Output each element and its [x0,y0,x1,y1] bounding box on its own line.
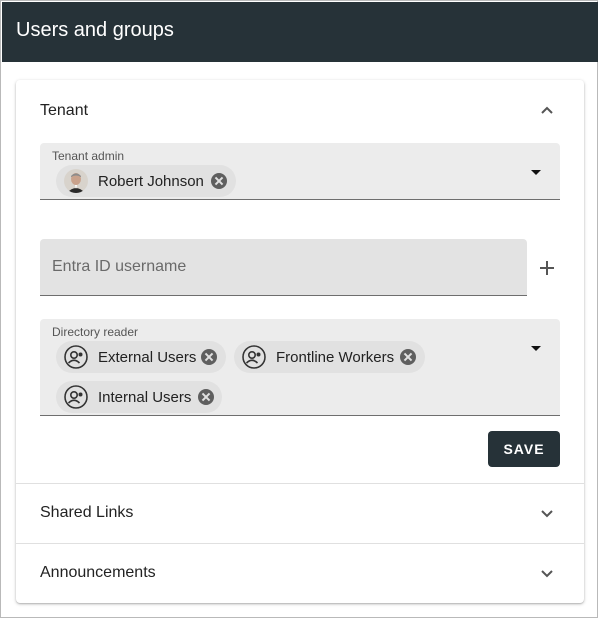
chip-frontline-workers[interactable]: Frontline Workers [234,341,425,373]
user-avatar [64,169,88,193]
page-title: Users and groups [16,19,174,41]
remove-chip-icon[interactable] [201,349,217,365]
chevron-up-icon[interactable] [539,103,555,119]
chip-label: External Users [98,349,197,366]
remove-chip-icon[interactable] [198,389,214,405]
chip-label: Robert Johnson [98,173,204,190]
group-icon [242,345,266,369]
divider [16,483,584,484]
entra-id-username-field[interactable] [40,239,527,295]
add-icon[interactable] [539,260,555,276]
dropdown-arrow-icon[interactable] [531,346,541,351]
group-icon [64,385,88,409]
app-header: Users and groups [2,2,598,62]
chip-internal-users[interactable]: Internal Users [56,381,222,413]
divider [16,543,584,544]
chip-label: Frontline Workers [276,349,395,366]
settings-card: Tenant Tenant admin Robert Johnson Entra… [16,80,584,603]
app-window: Users and groups Tenant Tenant admin Rob… [0,0,598,618]
chevron-down-icon[interactable] [539,565,555,581]
announcements-section-title[interactable]: Announcements [40,564,156,582]
group-icon [64,345,88,369]
tenant-admin-label: Tenant admin [52,149,125,163]
chip-robert-johnson[interactable]: Robert Johnson [56,165,236,197]
chip-label: Internal Users [98,389,192,406]
dropdown-arrow-icon[interactable] [531,170,541,175]
directory-reader-label: Directory reader [52,325,139,339]
remove-chip-icon[interactable] [211,173,227,189]
chip-external-users[interactable]: External Users [56,341,226,373]
directory-reader-select[interactable]: Directory reader External Users Frontlin… [40,319,560,416]
entra-id-username-input[interactable] [40,239,527,296]
shared-links-section-title[interactable]: Shared Links [40,504,133,522]
remove-chip-icon[interactable] [400,349,416,365]
tenant-section-title[interactable]: Tenant [40,102,88,120]
tenant-admin-select[interactable]: Tenant admin Robert Johnson [40,143,560,200]
chevron-down-icon[interactable] [539,505,555,521]
save-button[interactable]: SAVE [488,431,560,467]
